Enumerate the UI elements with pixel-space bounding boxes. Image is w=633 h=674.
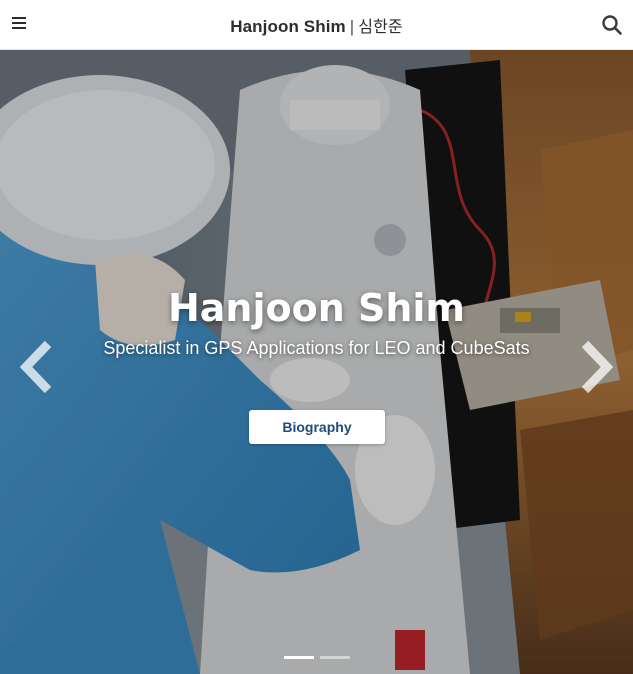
search-icon[interactable] bbox=[601, 14, 623, 36]
carousel-indicator-1[interactable] bbox=[283, 656, 314, 659]
hero-carousel: Hanjoon Shim Specialist in GPS Applicati… bbox=[0, 50, 633, 674]
hero-dim-overlay bbox=[0, 50, 633, 674]
hero-subtitle: Specialist in GPS Applications for LEO a… bbox=[103, 338, 530, 358]
site-title-name: Hanjoon Shim bbox=[230, 16, 346, 36]
hamburger-menu-icon[interactable] bbox=[12, 17, 26, 31]
chevron-left-icon bbox=[19, 340, 52, 394]
carousel-next-button[interactable] bbox=[575, 338, 615, 396]
chevron-right-icon bbox=[581, 340, 614, 394]
biography-button[interactable]: Biography bbox=[249, 410, 385, 444]
carousel-indicators bbox=[0, 656, 633, 659]
site-title[interactable]: Hanjoon Shim | 심한준 bbox=[230, 13, 402, 37]
site-title-separator: | bbox=[349, 16, 355, 36]
hero-title: Hanjoon Shim bbox=[167, 286, 466, 330]
site-title-korean: 심한준 bbox=[358, 16, 403, 36]
carousel-prev-button[interactable] bbox=[18, 338, 58, 396]
carousel-indicator-2[interactable] bbox=[319, 656, 350, 659]
site-header: Hanjoon Shim | 심한준 bbox=[0, 0, 633, 50]
